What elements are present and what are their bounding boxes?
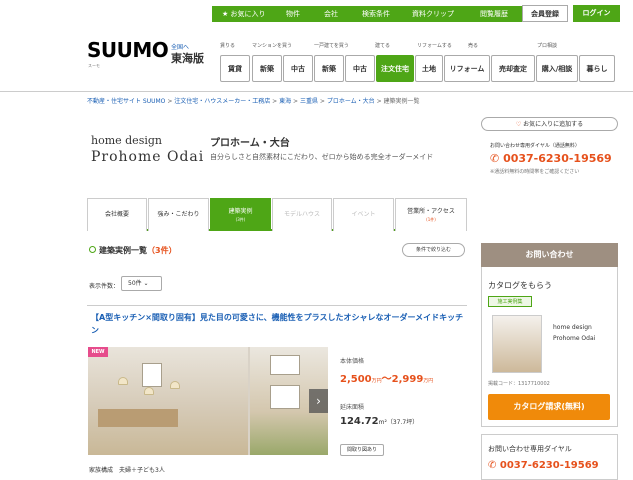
breadcrumb-current: 建築実例一覧 [383,98,420,105]
category-mansion: マンションを買う [252,43,293,49]
history-link[interactable]: 閲覧履歴 [480,9,508,19]
store-phone[interactable]: ✆ 0037-6230-19569 [490,152,612,165]
store-logo-line1: home design [91,134,162,147]
nav-mansion-new[interactable]: 新築 [252,55,282,82]
family-info: 家族構成 夫婦＋子ども3人 [89,467,165,474]
site-header: SUUMO スーモ 全国へ 東海版 賃りる マンションを買う 一戸建てを買う 建… [0,28,633,92]
logo-subtitle: スーモ [88,63,100,68]
catalog-code: 掲載コード：1317710002 [488,381,550,387]
login-button[interactable]: ログイン [573,5,620,22]
breadcrumb: 不動産・住宅サイト SUUMO > 注文住宅・ハウスメーカー・工務店 > 東海 … [87,98,420,105]
nav-reform[interactable]: リフォーム [444,55,490,82]
store-logo-line2: Prohome Odai [91,149,205,165]
dial-box [481,434,618,480]
phone-icon: ✆ [488,460,497,471]
new-badge: NEW [88,347,108,357]
companies-link[interactable]: 会社 [324,9,338,19]
price-value: 2,500万円〜2,999万円 [340,374,434,385]
chevron-right-icon[interactable]: › [309,389,328,413]
area-value: 124.72m²（37.7坪） [340,416,419,427]
kitchen-photo [88,347,248,455]
suumo-logo[interactable]: SUUMO [87,38,169,62]
price-label: 本体価格 [340,358,365,365]
catalog-title: カタログをもらう [488,281,552,290]
top-bar: ★ お気に入り 物件 会社 検索条件 資料クリップ 閲覧履歴 会員登録 ログイン [0,0,633,28]
contact-label: お問い合わせ専用ダイヤル（通話無料） [490,143,580,149]
phone-icon: ✆ [490,152,500,165]
nav-living[interactable]: 暮らし [579,55,615,82]
tab-company[interactable]: 会社概要 [87,198,147,231]
category-house: 一戸建てを買う [314,43,349,49]
search-history-link[interactable]: 検索条件 [362,9,390,19]
tab-strengths[interactable]: 強み・こだわり [148,198,209,231]
nav-land[interactable]: 土地 [415,55,443,82]
add-favorite-button[interactable]: ♡ お気に入りに追加する [481,117,618,131]
sidebar-header: お問い合わせ [481,243,618,267]
heart-icon: ♡ [515,121,522,128]
category-build: 建てる [375,43,391,49]
dial-phone[interactable]: ✆ 0037-6230-19569 [488,460,599,471]
phone-note: ※通話料無料の時間帯をご確認ください [490,169,580,175]
catalog-request-button[interactable]: カタログ請求(無料) [488,394,610,420]
nav-house-used[interactable]: 中古 [345,55,375,82]
breadcrumb-item[interactable]: 三重県 [300,98,318,105]
category-pro: プロ相談 [537,43,558,49]
catalog-tag: 施工実例集 [488,296,532,307]
tab-model-house: モデルハウス [272,198,332,231]
per-page-select[interactable]: 50件 ⌄ [121,276,162,291]
category-sell: 売る [468,43,479,49]
store-tabs: 会社概要 強み・こだわり 建築実例 (3件) モデルハウス イベント 営業所・アク… [87,198,467,231]
catalog-name: home design Prohome Odai [553,324,596,342]
tab-events: イベント [333,198,394,231]
clips-link[interactable]: 資料クリップ [412,9,454,19]
case-photo[interactable]: NEW › [88,347,328,455]
region-label: 東海版 [171,52,204,65]
case-title-link[interactable]: 【A型キッチン×間取り固有】見た目の可愛さに、機能性をプラスしたオシャレなオーダ… [91,311,465,337]
floorplan-tag[interactable]: 間取り図あり [340,444,384,456]
section-title: 建築実例一覧（3件） [89,245,177,256]
breadcrumb-item[interactable]: 不動産・住宅サイト SUUMO [87,98,165,105]
nav-house-new[interactable]: 新築 [314,55,344,82]
utility-bar: ★ お気に入り 物件 会社 検索条件 資料クリップ 閲覧履歴 [212,6,537,22]
breadcrumb-item[interactable]: 東海 [279,98,291,105]
per-page-label: 表示件数： [89,283,120,290]
breadcrumb-item[interactable]: プロホーム・大台 [327,98,375,105]
dial-title: お問い合わせ専用ダイヤル [488,445,572,453]
filter-button[interactable]: 条件で絞り込む [402,243,465,257]
nav-appraisal[interactable]: 売却査定 [491,55,535,82]
breadcrumb-item[interactable]: 注文住宅・ハウスメーカー・工務店 [174,98,270,105]
divider [87,305,467,306]
nav-mansion-used[interactable]: 中古 [283,55,313,82]
tab-cases[interactable]: 建築実例 (3件) [210,198,271,231]
tab-offices[interactable]: 営業所・アクセス (1件) [395,198,467,231]
category-reform: リフォームする [417,43,452,49]
favorites-link[interactable]: ★ お気に入り [222,9,266,19]
category-rent: 賃りる [220,43,236,49]
nav-consult[interactable]: 購入/相談 [536,55,578,82]
area-label: 延床面積 [340,404,365,411]
properties-link[interactable]: 物件 [286,9,300,19]
circle-icon [89,246,96,253]
nav-custom-home[interactable]: 注文住宅 [376,55,414,82]
catalog-image[interactable] [492,315,542,373]
store-catchphrase: 自分らしさと自然素材にこだわり、ゼロから始める完全オーダーメイド [210,153,434,161]
register-button[interactable]: 会員登録 [522,5,568,22]
nav-rent[interactable]: 賃貸 [220,55,250,82]
store-name: プロホーム・大台 [210,138,290,149]
